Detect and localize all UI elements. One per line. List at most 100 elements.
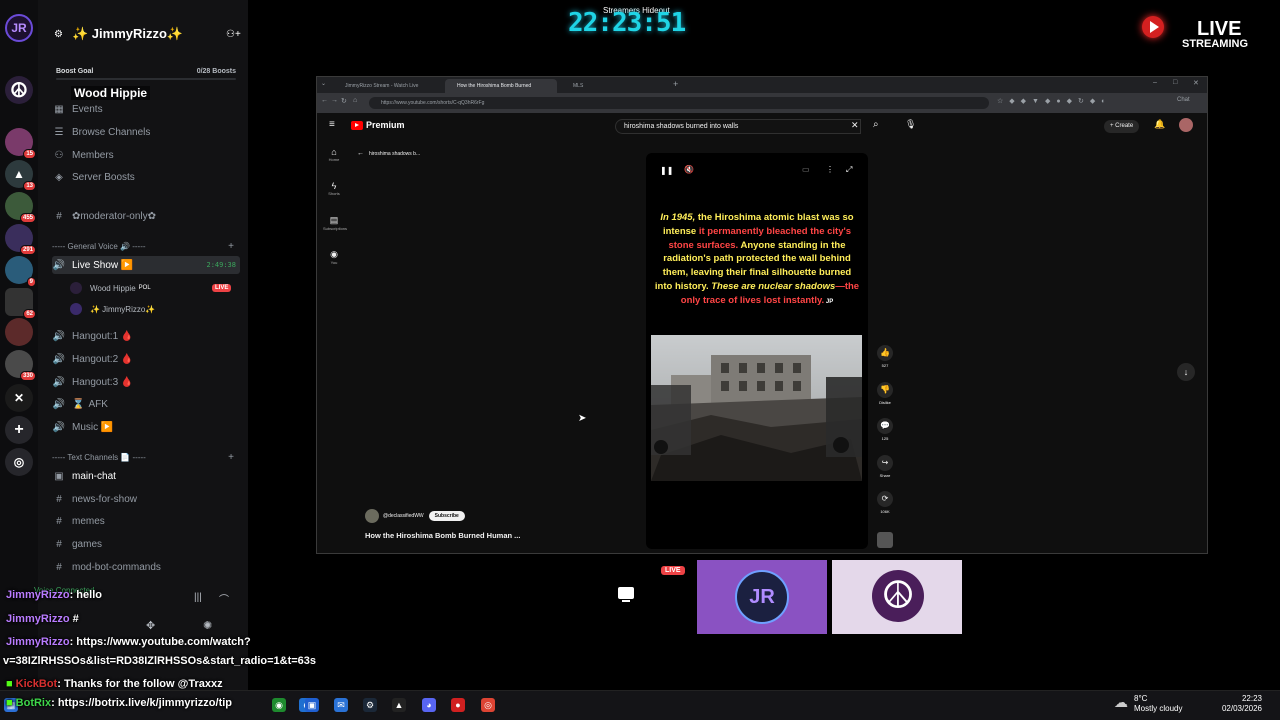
close-window-icon[interactable]: ✕ [1193, 79, 1199, 87]
nav-home[interactable]: ⌂ Home [323, 147, 345, 162]
chat-extension-icon[interactable]: Chat [1177, 97, 1190, 103]
voice-channel-music[interactable]: 🔊 Music ▶️ [52, 418, 240, 436]
notifications-icon[interactable]: 🔔 [1154, 119, 1165, 130]
subscribe-button[interactable]: Subscribe [428, 511, 465, 521]
add-channel-icon[interactable]: + [228, 241, 234, 252]
voice-channel-hangout-2[interactable]: 🔊 Hangout:2 🩸 [52, 350, 240, 368]
next-short-icon[interactable]: ↓ [1177, 363, 1195, 381]
add-server-icon[interactable]: + [5, 416, 33, 444]
text-channel-memes[interactable]: # memes [52, 512, 240, 530]
account-avatar[interactable] [1179, 118, 1193, 132]
back-icon[interactable]: ← [321, 97, 328, 104]
menu-browse-channels[interactable]: ☰ Browse Channels [52, 123, 240, 141]
app-icon[interactable]: ▲ [392, 698, 406, 712]
server-icon-4[interactable]: 291 [5, 224, 36, 255]
mail-icon[interactable]: ✉ [334, 698, 348, 712]
server-settings-icon[interactable]: ⚙ [54, 29, 63, 40]
server-icon-8[interactable]: 330 [5, 350, 36, 381]
like-button[interactable]: 👍 527 [875, 345, 895, 368]
tab-mls[interactable]: MLS [561, 79, 661, 93]
taskbar-clock[interactable]: 22:23 02/03/2026 [1220, 694, 1262, 714]
channel-moderator-only[interactable]: # ✿moderator-only✿ [52, 207, 240, 225]
invite-icon[interactable]: ⚇+ [226, 29, 241, 40]
clear-search-icon[interactable]: ✕ [851, 120, 859, 131]
voice-channel-hangout-1[interactable]: 🔊 Hangout:1 🩸 [52, 327, 240, 345]
boost-goal[interactable]: Boost Goal 0/28 Boosts [56, 68, 236, 80]
home-icon[interactable]: ⌂ [353, 97, 357, 104]
pause-icon[interactable]: ❚❚ [660, 166, 673, 175]
disconnect-icon[interactable]: ⌒ [219, 591, 229, 606]
channel-avatar[interactable] [365, 509, 379, 523]
menu-members[interactable]: ⚇ Members [52, 146, 240, 164]
dislike-button[interactable]: 👎 Dislike [875, 382, 895, 405]
nav-you[interactable]: ◉ You [323, 249, 345, 265]
steam-icon[interactable]: ⚙ [363, 698, 377, 712]
server-icon-7[interactable] [5, 318, 33, 346]
participant-jimmyrizzo-panel[interactable]: JR [697, 560, 827, 634]
voice-channel-live-show[interactable]: 🔊 Live Show ▶️ 2:49:38 [52, 256, 240, 274]
microphone-icon[interactable]: 🎙 [905, 119, 916, 130]
url-field[interactable]: https://www.youtube.com/shorts/C-qQ3hR6r… [369, 97, 989, 109]
text-channel-games[interactable]: # games [52, 535, 240, 553]
tab-search-icon[interactable]: ⌄ [321, 80, 326, 87]
add-channel-icon[interactable]: + [228, 452, 234, 463]
store-icon[interactable]: ▣ [305, 698, 319, 712]
create-button[interactable]: + Create [1104, 120, 1140, 133]
obs-icon[interactable]: ● [451, 698, 465, 712]
search-icon[interactable]: ⌕ [873, 119, 879, 130]
soundboard-icon[interactable]: ||| [194, 592, 202, 603]
text-channel-mod-bot-commands[interactable]: # mod-bot-commands [52, 558, 240, 576]
mute-icon[interactable]: 🔇 [684, 165, 694, 174]
category-text-channels[interactable]: ----- Text Channels 📄 ----- + [52, 452, 240, 463]
channel-name[interactable]: @declassifiedWW [383, 513, 424, 519]
server-icon-1[interactable]: 15 [5, 128, 36, 159]
short-title[interactable]: How the Hiroshima Bomb Burned Human ... [365, 531, 520, 540]
text-channel-main-chat[interactable]: ▣ main-chat [52, 467, 240, 485]
server-icon-6[interactable]: 62 [5, 288, 36, 319]
xbox-icon[interactable]: ◉ [272, 698, 286, 712]
nav-subscriptions[interactable]: ▤ Subscriptions [323, 215, 347, 231]
new-tab-icon[interactable]: + [673, 79, 678, 89]
voice-channel-hangout-3[interactable]: 🔊 Hangout:3 🩸 [52, 373, 240, 391]
server-icon-9[interactable]: ✕ [5, 384, 33, 412]
youtube-logo[interactable]: Premium [351, 120, 405, 130]
more-options-icon[interactable]: ⋮ [826, 165, 834, 174]
menu-server-boosts[interactable]: ◈ Server Boosts [52, 168, 240, 186]
fullscreen-icon[interactable]: ⤢ [846, 165, 852, 175]
audio-thumbnail[interactable] [877, 532, 893, 548]
explore-icon[interactable]: ◎ [5, 448, 33, 476]
comments-button[interactable]: 💬 125 [875, 418, 895, 441]
discord-icon[interactable]: ◕ [422, 698, 436, 712]
server-icon-5[interactable]: 9 [5, 256, 36, 287]
tab-jimmyrizzo-stream[interactable]: JimmyRizzo Stream - Watch Live [333, 79, 443, 93]
menu-events[interactable]: ▦ Events [52, 100, 240, 118]
voice-user-wood-hippie[interactable]: Wood Hippie POL [70, 280, 151, 296]
captions-icon[interactable]: ▭ [802, 165, 810, 174]
short-breadcrumb[interactable]: ← hiroshima shadows b... [357, 150, 420, 157]
minimize-icon[interactable]: – [1153, 79, 1157, 86]
weather-widget[interactable]: 8°C Mostly cloudy [1134, 694, 1182, 714]
share-button[interactable]: ↪ Share [875, 455, 895, 478]
server-jr-icon[interactable]: JR [5, 14, 33, 42]
server-wood-hippie-icon[interactable]: ☮ [5, 76, 33, 104]
nav-shorts[interactable]: ϟ Shorts [323, 181, 345, 196]
chrome-icon[interactable]: ◎ [481, 698, 495, 712]
search-input[interactable]: hiroshima shadows burned into walls [615, 119, 861, 134]
participant-wood-hippie-panel[interactable]: ☮ [832, 560, 962, 634]
short-player[interactable]: ❚❚ 🔇 ▭ ⋮ ⤢ In 1945, the Hiroshima atomic… [646, 153, 868, 549]
voice-channel-afk[interactable]: 🔊 ⌛ AFK [52, 395, 240, 413]
server-icon-3[interactable]: 455 [5, 192, 36, 223]
video-icon[interactable]: ✥ [146, 619, 155, 632]
reload-icon[interactable]: ↻ [341, 97, 347, 105]
hamburger-icon[interactable]: ≡ [329, 119, 335, 130]
forward-icon[interactable]: → [331, 97, 338, 104]
activity-icon[interactable]: ✺ [203, 619, 212, 632]
category-general-voice[interactable]: ----- General Voice 🔊 ----- + [52, 241, 240, 252]
server-icon-2[interactable]: ▲ 13 [5, 160, 36, 191]
maximize-icon[interactable]: □ [1173, 79, 1177, 86]
extension-icons[interactable]: ☆◆◆▼◆●◆↻◆◐ [997, 97, 1111, 105]
tab-hiroshima-short[interactable]: How the Hiroshima Bomb Burned [445, 79, 557, 93]
voice-user-jimmyrizzo[interactable]: ✨ JimmyRizzo✨ [70, 301, 155, 317]
text-channel-news-for-show[interactable]: # news-for-show [52, 490, 240, 508]
remix-button[interactable]: ⟳ 106K [875, 491, 895, 514]
